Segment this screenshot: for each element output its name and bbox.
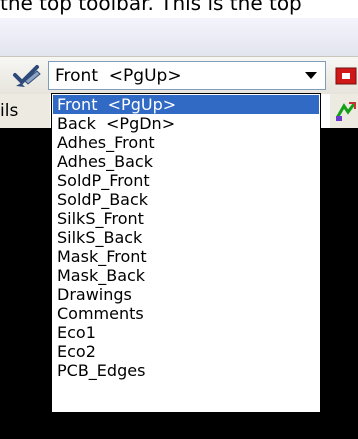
- dropdown-item[interactable]: Eco2: [53, 342, 319, 361]
- dropdown-item[interactable]: SilkS_Back: [53, 228, 319, 247]
- checkmark-pen-icon[interactable]: [11, 63, 43, 89]
- left-panel: ils: [0, 94, 50, 128]
- red-layer-icon[interactable]: [334, 63, 358, 89]
- layer-dropdown-list: Front <PgUp> Back <PgDn> Adhes_Front Adh…: [51, 93, 321, 413]
- dropdown-item[interactable]: Drawings: [53, 285, 319, 304]
- dropdown-item[interactable]: Mask_Back: [53, 266, 319, 285]
- dropdown-item[interactable]: Adhes_Front: [53, 133, 319, 152]
- dropdown-item[interactable]: Back <PgDn>: [53, 114, 319, 133]
- dropdown-item[interactable]: SoldP_Back: [53, 190, 319, 209]
- dropdown-item[interactable]: SilkS_Front: [53, 209, 319, 228]
- dropdown-item[interactable]: SoldP_Front: [53, 171, 319, 190]
- dropdown-item[interactable]: Eco1: [53, 323, 319, 342]
- left-panel-label: ils: [0, 101, 19, 121]
- layer-select[interactable]: Front <PgUp>: [48, 61, 326, 90]
- chevron-down-icon[interactable]: [305, 72, 317, 79]
- green-arrows-icon[interactable]: [334, 100, 358, 122]
- caption-text: the top toolbar. This is the top: [0, 0, 302, 15]
- menu-bar: [0, 18, 358, 56]
- dropdown-item[interactable]: Mask_Front: [53, 247, 319, 266]
- dropdown-item[interactable]: PCB_Edges: [53, 361, 319, 380]
- dropdown-item[interactable]: Front <PgUp>: [53, 95, 319, 114]
- top-toolbar: Front <PgUp>: [0, 56, 358, 94]
- dropdown-item[interactable]: Adhes_Back: [53, 152, 319, 171]
- dropdown-item[interactable]: Comments: [53, 304, 319, 323]
- layer-select-value: Front <PgUp>: [55, 66, 182, 86]
